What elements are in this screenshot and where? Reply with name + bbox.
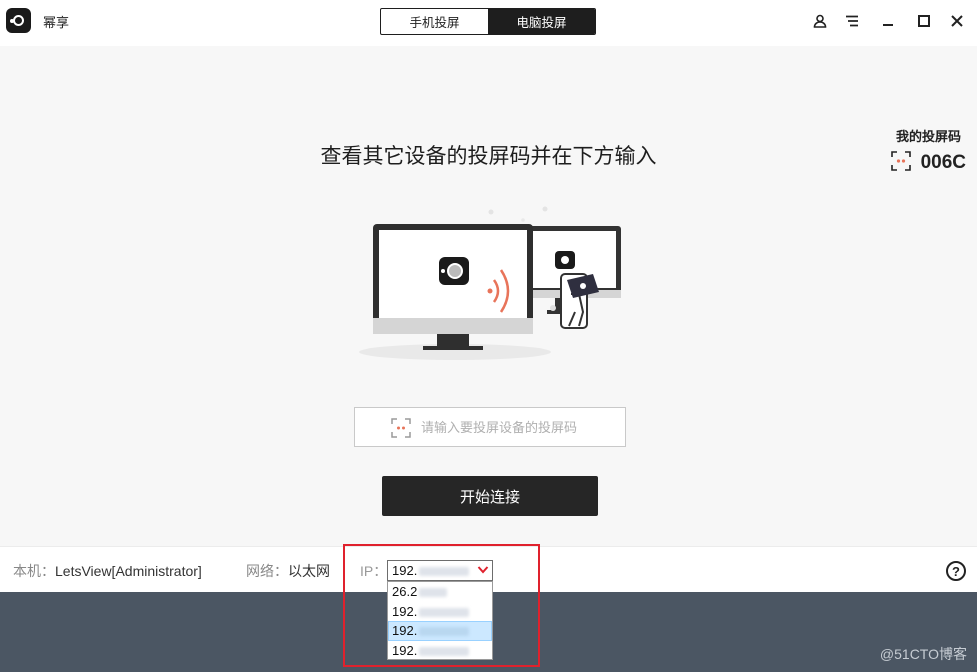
mode-tabs: 手机投屏 电脑投屏 (380, 8, 596, 35)
title-bar: 幂享 手机投屏 电脑投屏 (0, 0, 977, 46)
host-key: 本机： (13, 563, 55, 579)
scan-code-icon (391, 418, 411, 438)
cast-illustration (359, 206, 621, 360)
start-connect-button[interactable]: 开始连接 (382, 476, 598, 516)
network-value: 以太网 (288, 563, 330, 579)
ip-option-selected[interactable]: 192. (388, 621, 492, 641)
user-icon[interactable] (809, 10, 831, 32)
minimize-icon[interactable] (877, 10, 899, 32)
ip-option[interactable]: 26.2 (388, 582, 492, 602)
chevron-down-icon (477, 566, 489, 574)
page-headline: 查看其它设备的投屏码并在下方输入 (320, 145, 657, 168)
tab-phone-cast[interactable]: 手机投屏 (381, 9, 488, 34)
cast-code-input[interactable] (421, 419, 625, 435)
menu-icon[interactable] (841, 10, 863, 32)
ip-option[interactable]: 192. (388, 602, 492, 622)
network-info: 网络：以太网 (246, 561, 330, 581)
ip-option[interactable]: 192. (388, 641, 492, 661)
app-name: 幂享 (43, 15, 70, 30)
tab-pc-cast[interactable]: 电脑投屏 (488, 9, 595, 34)
help-icon[interactable]: ? (946, 561, 966, 581)
network-key: 网络： (246, 563, 288, 579)
app-logo-icon (6, 8, 31, 33)
host-value: LetsView[Administrator] (55, 563, 202, 579)
ip-select-value: 192. (392, 563, 418, 578)
ip-select[interactable]: 192. (387, 560, 493, 581)
host-info: 本机：LetsView[Administrator] (13, 561, 202, 581)
watermark: @51CTO博客 (879, 646, 967, 662)
close-icon[interactable] (946, 10, 968, 32)
ip-label: IP： (360, 563, 388, 579)
redacted-text (419, 567, 470, 577)
ip-dropdown-list: 26.2 192. 192. 192. (387, 581, 493, 660)
cast-code-field[interactable] (354, 407, 626, 447)
maximize-icon[interactable] (913, 10, 935, 32)
